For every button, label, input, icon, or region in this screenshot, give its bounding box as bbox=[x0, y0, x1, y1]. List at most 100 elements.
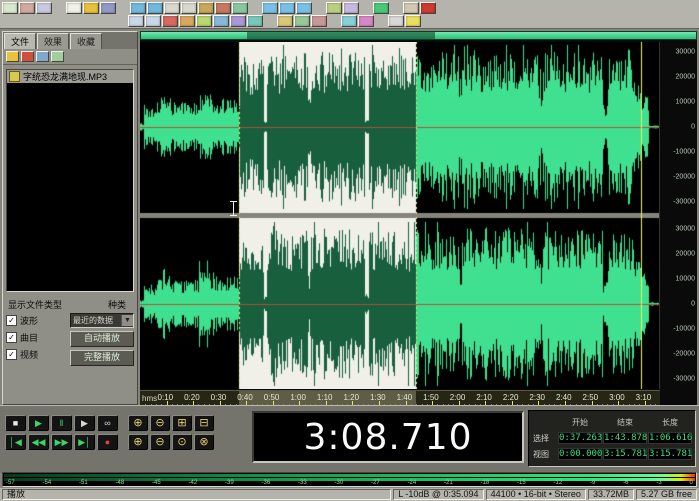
waveform-view-icon[interactable] bbox=[2, 2, 18, 14]
midi-checkbox[interactable]: ✓ bbox=[6, 332, 17, 343]
noise-reduction-icon[interactable] bbox=[294, 15, 310, 27]
reverb-effect-icon[interactable] bbox=[247, 15, 263, 27]
overview-selection[interactable] bbox=[247, 32, 436, 39]
timeline-tick-label: 0:10 bbox=[158, 393, 174, 402]
delay-effect-icon[interactable] bbox=[230, 15, 246, 27]
overview-bar[interactable] bbox=[140, 31, 697, 40]
close-file-icon[interactable] bbox=[21, 51, 34, 62]
show-file-types-label: 显示文件类型 bbox=[8, 298, 62, 311]
toolbar-separator bbox=[53, 2, 65, 14]
open-file-icon[interactable] bbox=[6, 51, 19, 62]
play-to-end-button[interactable]: ▶ bbox=[74, 415, 95, 431]
convert-sample-type-icon[interactable] bbox=[326, 2, 342, 14]
file-list[interactable]: 字统恐龙满地现.MP3 bbox=[6, 69, 134, 292]
insert-to-multitrack-icon[interactable] bbox=[36, 51, 49, 62]
auto-play-button[interactable]: 自动播放 bbox=[70, 331, 134, 347]
status-file-size: 33.72MB bbox=[588, 489, 634, 500]
go-to-beginning-button[interactable]: │◀ bbox=[5, 434, 26, 450]
tab-favorites[interactable]: 收藏 bbox=[70, 33, 102, 49]
scripts-icon[interactable] bbox=[403, 2, 419, 14]
stop-button[interactable]: ■ bbox=[5, 415, 26, 431]
compressor-effect-icon[interactable] bbox=[213, 15, 229, 27]
free-space-text: 5.27 GB free bbox=[641, 489, 692, 499]
current-time: 3:08.710 bbox=[304, 417, 473, 458]
zoom-in-icon[interactable] bbox=[262, 2, 278, 14]
pause-button[interactable]: ‖ bbox=[51, 415, 72, 431]
envelope-effect-icon[interactable] bbox=[179, 15, 195, 27]
amplitude-tick-label: -10000 bbox=[673, 326, 695, 333]
fft-filter-icon[interactable] bbox=[277, 15, 293, 27]
paste-icon[interactable] bbox=[198, 2, 214, 14]
zoom-left-edge-button[interactable]: ⊙ bbox=[172, 434, 192, 450]
timeline-ruler[interactable]: hms 0:100:200:300:400:501:001:101:201:30… bbox=[140, 390, 660, 406]
mix-paste-icon[interactable] bbox=[215, 2, 231, 14]
batch-process-icon[interactable] bbox=[343, 2, 359, 14]
zoom-full-button[interactable]: ⊞ bbox=[172, 415, 192, 431]
undo-icon[interactable] bbox=[130, 2, 146, 14]
wave-checkbox[interactable]: ✓ bbox=[6, 315, 17, 326]
zoom-selection-icon[interactable] bbox=[296, 2, 312, 14]
click-removal-icon[interactable] bbox=[311, 15, 327, 27]
type-filter-video: ✓视频 bbox=[6, 348, 67, 361]
zoom-out-vertical-button[interactable]: ⊖ bbox=[150, 434, 170, 450]
timeline-tick-label: 1:20 bbox=[343, 393, 359, 402]
zoom-out-icon[interactable] bbox=[279, 2, 295, 14]
toolbar-separator bbox=[117, 2, 129, 14]
show-play-list-icon[interactable] bbox=[145, 15, 161, 27]
play-looped-button[interactable]: ∞ bbox=[97, 415, 118, 431]
transport-controls: ■▶‖▶∞ │◀◀◀▶▶▶│● bbox=[5, 415, 118, 453]
save-file-icon[interactable] bbox=[100, 2, 116, 14]
full-play-button[interactable]: 完整播放 bbox=[70, 350, 134, 366]
timeline-ticks: 0:100:200:300:400:501:001:101:201:301:40… bbox=[140, 391, 660, 406]
amplitude-tick-label: 0 bbox=[691, 124, 695, 131]
waveform-display[interactable] bbox=[140, 42, 660, 389]
level-meter[interactable]: -57-54-51-48-45-42-39-36-33-30-27-24-21-… bbox=[2, 472, 697, 487]
normalize-effect-icon[interactable] bbox=[196, 15, 212, 27]
multitrack-view-icon[interactable] bbox=[19, 2, 35, 14]
toolbar bbox=[0, 0, 699, 29]
amplify-effect-icon[interactable] bbox=[162, 15, 178, 27]
redo-icon[interactable] bbox=[147, 2, 163, 14]
time-display[interactable]: 3:08.710 bbox=[252, 411, 524, 463]
cd-project-view-icon[interactable] bbox=[36, 2, 52, 14]
video-checkbox[interactable]: ✓ bbox=[6, 349, 17, 360]
amplitude-ruler[interactable]: 30000300002000020000100001000000-10000-1… bbox=[659, 42, 697, 389]
show-cue-list-icon[interactable] bbox=[128, 15, 144, 27]
zoom-out-horizontal-button[interactable]: ⊖ bbox=[150, 415, 170, 431]
status-free-space: 5.27 GB free bbox=[636, 489, 697, 500]
transport-row-1: ■▶‖▶∞ bbox=[5, 415, 118, 431]
go-to-end-button[interactable]: ▶│ bbox=[74, 434, 95, 450]
selection-value-cell: 1:43.878 bbox=[603, 432, 647, 444]
zoom-in-horizontal-button[interactable]: ⊕ bbox=[128, 415, 148, 431]
record-button[interactable]: ● bbox=[97, 434, 118, 450]
tab-files[interactable]: 文件 bbox=[4, 33, 36, 49]
play-button[interactable]: ▶ bbox=[28, 415, 49, 431]
cut-icon[interactable] bbox=[164, 2, 180, 14]
amplitude-tick-label: -10000 bbox=[673, 149, 695, 156]
monitor-record-level-icon[interactable] bbox=[420, 2, 436, 14]
sort-dropdown[interactable]: 最近的数据 ▼ bbox=[70, 313, 134, 328]
selection-view-panel: 开始结束长度选择0:37.2631:43.8781:06.616视图0:00.0… bbox=[528, 410, 696, 467]
edit-file-icon[interactable] bbox=[51, 51, 64, 62]
help-icon[interactable] bbox=[405, 15, 421, 27]
fast-forward-button[interactable]: ▶▶ bbox=[51, 434, 72, 450]
zoom-to-selection-button[interactable]: ⊟ bbox=[194, 415, 214, 431]
cd-burning-icon[interactable] bbox=[388, 15, 404, 27]
new-file-icon[interactable] bbox=[66, 2, 82, 14]
format-text: 44100 • 16-bit • Stereo bbox=[491, 489, 581, 499]
chevron-down-icon[interactable]: ▼ bbox=[121, 315, 133, 326]
rewind-button[interactable]: ◀◀ bbox=[28, 434, 49, 450]
tab-effects[interactable]: 效果 bbox=[37, 33, 69, 49]
meter-scale-label: -15 bbox=[517, 480, 526, 486]
pitch-bender-icon[interactable] bbox=[358, 15, 374, 27]
zoom-in-vertical-button[interactable]: ⊕ bbox=[128, 434, 148, 450]
open-file-icon[interactable] bbox=[83, 2, 99, 14]
play-normal-icon[interactable] bbox=[373, 2, 389, 14]
amplitude-tick-label: 10000 bbox=[676, 275, 695, 282]
file-list-item[interactable]: 字统恐龙满地现.MP3 bbox=[7, 70, 133, 83]
stretch-effect-icon[interactable] bbox=[341, 15, 357, 27]
zoom-right-edge-button[interactable]: ⊗ bbox=[194, 434, 214, 450]
time-format-label: hms bbox=[142, 394, 157, 403]
copy-icon[interactable] bbox=[181, 2, 197, 14]
trim-icon[interactable] bbox=[232, 2, 248, 14]
